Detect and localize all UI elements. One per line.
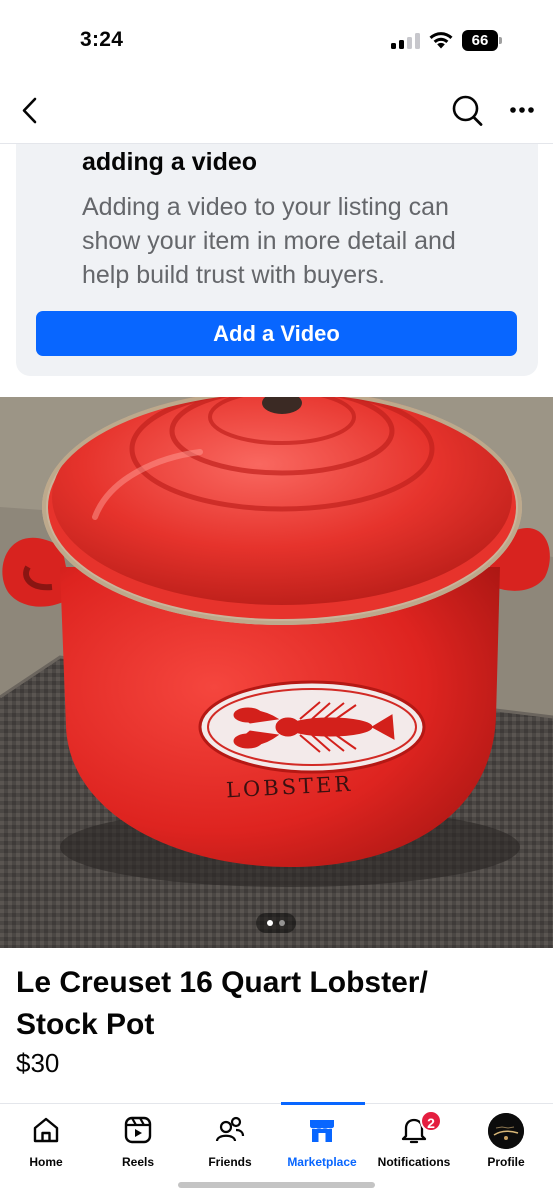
reels-icon	[124, 1116, 152, 1144]
listing-photo-carousel[interactable]: LOBSTER	[0, 397, 553, 948]
tab-label-profile: Profile	[487, 1155, 525, 1169]
more-options-button[interactable]	[505, 92, 541, 130]
tab-label-marketplace: Marketplace	[287, 1155, 357, 1169]
lobster-pot-photo	[0, 397, 553, 948]
tab-label-friends: Friends	[208, 1155, 252, 1169]
tab-reels[interactable]: Reels	[92, 1104, 184, 1176]
tab-label-reels: Reels	[121, 1155, 155, 1169]
notification-badge: 2	[420, 1110, 442, 1132]
back-button[interactable]	[14, 92, 48, 130]
prompt-title: adding a video	[82, 148, 258, 176]
status-bar: 3:24 66	[0, 0, 553, 80]
search-icon	[452, 95, 483, 126]
add-video-button[interactable]: Add a Video	[36, 311, 517, 356]
search-button[interactable]	[449, 92, 485, 130]
tab-label-home: Home	[29, 1155, 63, 1169]
home-indicator[interactable]	[178, 1182, 375, 1188]
more-horizontal-icon	[510, 107, 534, 113]
home-icon	[33, 1117, 59, 1143]
tab-friends[interactable]: Friends	[184, 1104, 276, 1176]
battery-icon: 66	[462, 30, 502, 51]
carousel-dot-active	[267, 920, 273, 926]
listing-price: $30	[16, 1048, 60, 1078]
back-chevron-icon	[22, 97, 37, 124]
tab-marketplace[interactable]: Marketplace	[276, 1104, 368, 1176]
tab-notifications[interactable]: 2 Notifications	[368, 1104, 460, 1176]
carousel-indicator	[256, 913, 296, 933]
nav-header	[0, 80, 553, 144]
tab-home[interactable]: Home	[0, 1104, 92, 1176]
prompt-description: Adding a video to your listing can show …	[82, 193, 456, 289]
marketplace-icon	[310, 1120, 334, 1142]
tab-label-notifications: Notifications	[377, 1155, 451, 1169]
tab-profile[interactable]: Profile	[460, 1104, 552, 1176]
status-time: 3:24	[80, 28, 124, 51]
listing-title: Le Creuset 16 Quart Lobster/ Stock Pot	[16, 966, 428, 1041]
wifi-icon	[429, 32, 453, 49]
add-video-prompt-card: adding a video Adding a video to your li…	[16, 144, 538, 376]
friends-icon	[215, 1116, 245, 1142]
carousel-dot	[279, 920, 285, 926]
avatar	[488, 1113, 524, 1149]
battery-level: 66	[462, 30, 498, 51]
cellular-signal-icon	[391, 33, 421, 49]
